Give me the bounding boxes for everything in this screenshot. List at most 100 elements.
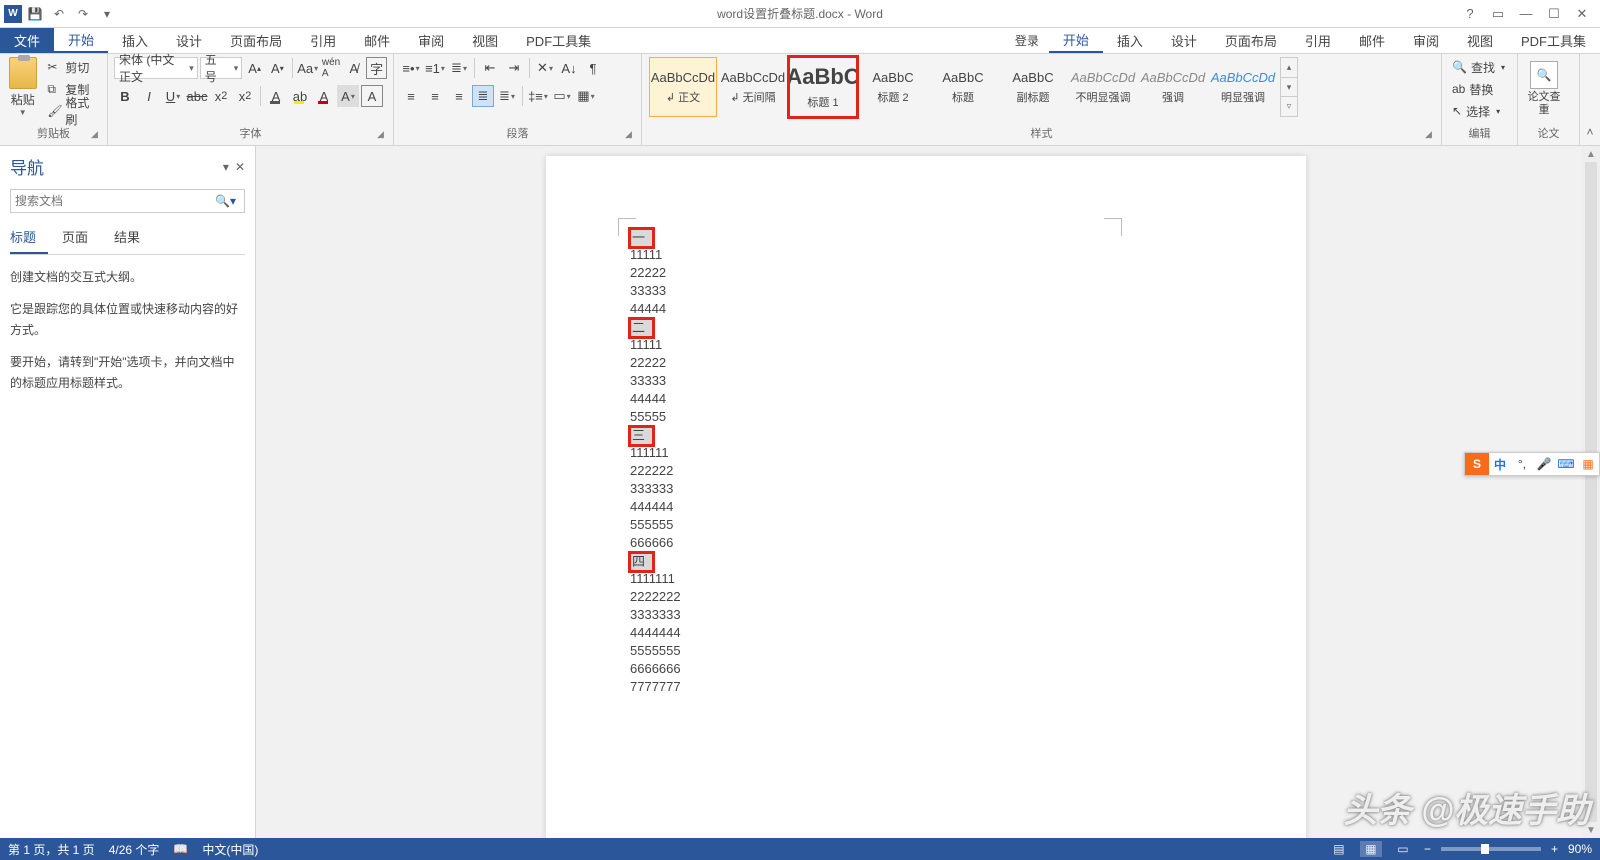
- doc-line[interactable]: 11111: [630, 246, 681, 264]
- ime-keyboard-icon[interactable]: ⌨: [1555, 453, 1577, 475]
- asian-layout-button[interactable]: ✕: [534, 57, 556, 79]
- scroll-up-icon[interactable]: ▲: [1582, 146, 1600, 162]
- doc-line[interactable]: 33333: [630, 282, 681, 300]
- align-center-button[interactable]: ≡: [424, 85, 446, 107]
- distributed-button[interactable]: ≣: [496, 85, 518, 107]
- grow-font-button[interactable]: A▴: [244, 57, 265, 79]
- doc-heading[interactable]: 一: [630, 229, 653, 247]
- doc-line[interactable]: 6666666: [630, 660, 681, 678]
- style-不明显强调[interactable]: AaBbCcDd不明显强调: [1069, 57, 1137, 117]
- ime-lang-button[interactable]: 中: [1489, 453, 1511, 475]
- doc-line[interactable]: 44444: [630, 300, 681, 318]
- status-language[interactable]: 中文(中国): [202, 841, 258, 858]
- doc-line[interactable]: 5555555: [630, 642, 681, 660]
- zoom-slider[interactable]: [1441, 847, 1541, 851]
- numbering-button[interactable]: ≡1: [424, 57, 446, 79]
- tab-2[interactable]: 设计: [162, 28, 216, 53]
- change-case-button[interactable]: Aa: [297, 57, 319, 79]
- maximize-icon[interactable]: ☐: [1542, 3, 1566, 25]
- tab-审阅[interactable]: 审阅: [1399, 28, 1453, 53]
- doc-heading[interactable]: 三: [630, 427, 653, 445]
- doc-line[interactable]: 44444: [630, 390, 681, 408]
- font-size-combo[interactable]: 五号: [200, 57, 243, 79]
- ime-toolbar[interactable]: S 中 °, 🎤 ⌨ ▦: [1464, 452, 1600, 476]
- ime-punct-icon[interactable]: °,: [1511, 453, 1533, 475]
- phonetic-guide-button[interactable]: wénA: [321, 57, 342, 79]
- vertical-scrollbar[interactable]: ▲ ▼: [1582, 146, 1600, 838]
- doc-line[interactable]: 22222: [630, 354, 681, 372]
- find-button[interactable]: 🔍查找▾: [1448, 57, 1511, 77]
- doc-heading[interactable]: 四: [630, 553, 653, 571]
- view-read-mode-icon[interactable]: ▤: [1328, 841, 1350, 857]
- tab-引用[interactable]: 引用: [1291, 28, 1345, 53]
- char-shading-button[interactable]: A: [337, 85, 359, 107]
- scroll-down-icon[interactable]: ▼: [1582, 822, 1600, 838]
- tab-页面布局[interactable]: 页面布局: [1211, 28, 1291, 53]
- justify-button[interactable]: ≣: [472, 85, 494, 107]
- ime-grid-icon[interactable]: ▦: [1577, 453, 1599, 475]
- font-dialog-launcher-icon[interactable]: ◢: [377, 129, 389, 141]
- shrink-font-button[interactable]: A▾: [267, 57, 288, 79]
- doc-line[interactable]: 111111: [630, 444, 681, 462]
- close-icon[interactable]: ✕: [1570, 3, 1594, 25]
- thesis-check-button[interactable]: 🔍 论文查重: [1524, 57, 1564, 117]
- doc-line[interactable]: 7777777: [630, 678, 681, 696]
- tab-7[interactable]: 视图: [458, 28, 512, 53]
- paragraph-dialog-launcher-icon[interactable]: ◢: [625, 129, 637, 141]
- tab-视图[interactable]: 视图: [1453, 28, 1507, 53]
- superscript-button[interactable]: x2: [234, 85, 256, 107]
- format-painter-button[interactable]: 🖌格式刷: [43, 101, 101, 121]
- cut-button[interactable]: ✂剪切: [43, 57, 101, 77]
- page[interactable]: 一11111222223333344444二111112222233333444…: [546, 156, 1306, 838]
- multilevel-list-button[interactable]: ≣: [448, 57, 470, 79]
- tab-0[interactable]: 开始: [54, 28, 108, 53]
- zoom-out-button[interactable]: −: [1424, 842, 1431, 856]
- doc-line[interactable]: 22222: [630, 264, 681, 282]
- doc-line[interactable]: 333333: [630, 480, 681, 498]
- styles-dialog-launcher-icon[interactable]: ◢: [1425, 129, 1437, 141]
- doc-line[interactable]: 222222: [630, 462, 681, 480]
- zoom-in-button[interactable]: +: [1551, 842, 1558, 856]
- doc-line[interactable]: 11111: [630, 336, 681, 354]
- search-input[interactable]: [15, 194, 211, 208]
- styles-gallery[interactable]: AaBbCcDd↲ 正文AaBbCcDd↲ 无间隔AaBbC标题 1AaBbC标…: [648, 57, 1435, 129]
- sign-in-link[interactable]: 登录: [1005, 28, 1049, 53]
- align-right-button[interactable]: ≡: [448, 85, 470, 107]
- clear-formatting-button[interactable]: A̸: [343, 57, 364, 79]
- doc-line[interactable]: 444444: [630, 498, 681, 516]
- search-icon[interactable]: 🔍▾: [211, 194, 240, 208]
- status-spellcheck-icon[interactable]: 📖: [173, 842, 188, 856]
- view-print-layout-icon[interactable]: ▦: [1360, 841, 1382, 857]
- tab-4[interactable]: 引用: [296, 28, 350, 53]
- paste-button[interactable]: 粘贴 ▼: [6, 57, 39, 117]
- tab-file[interactable]: 文件: [0, 28, 54, 53]
- shading-button[interactable]: ▭: [551, 85, 573, 107]
- qat-customize-icon[interactable]: ▾: [96, 3, 118, 25]
- decrease-indent-button[interactable]: ⇤: [479, 57, 501, 79]
- status-word-count[interactable]: 4/26 个字: [109, 841, 160, 858]
- sort-button[interactable]: A↓: [558, 57, 580, 79]
- style-↲ 无间隔[interactable]: AaBbCcDd↲ 无间隔: [719, 57, 787, 117]
- nav-tab-页面[interactable]: 页面: [62, 223, 100, 254]
- highlight-button[interactable]: ab: [289, 85, 311, 107]
- doc-line[interactable]: 555555: [630, 516, 681, 534]
- tab-开始[interactable]: 开始: [1049, 28, 1103, 53]
- tab-邮件[interactable]: 邮件: [1345, 28, 1399, 53]
- style-标题 1[interactable]: AaBbC标题 1: [789, 57, 857, 117]
- line-spacing-button[interactable]: ‡≡: [527, 85, 549, 107]
- replace-button[interactable]: ab替换: [1448, 79, 1511, 99]
- clipboard-dialog-launcher-icon[interactable]: ◢: [91, 129, 103, 141]
- borders-button[interactable]: ▦: [575, 85, 597, 107]
- select-button[interactable]: ↖选择▾: [1448, 101, 1511, 121]
- tab-插入[interactable]: 插入: [1103, 28, 1157, 53]
- bullets-button[interactable]: ≡•: [400, 57, 422, 79]
- underline-button[interactable]: U: [162, 85, 184, 107]
- tab-1[interactable]: 插入: [108, 28, 162, 53]
- enclose-char-button[interactable]: 字: [366, 57, 387, 79]
- style-副标题[interactable]: AaBbC副标题: [999, 57, 1067, 117]
- scroll-track[interactable]: [1585, 162, 1597, 822]
- minimize-icon[interactable]: —: [1514, 3, 1538, 25]
- text-effects-button[interactable]: A: [265, 85, 287, 107]
- styles-scroll[interactable]: ▴▾▿: [1280, 57, 1298, 117]
- doc-line[interactable]: 33333: [630, 372, 681, 390]
